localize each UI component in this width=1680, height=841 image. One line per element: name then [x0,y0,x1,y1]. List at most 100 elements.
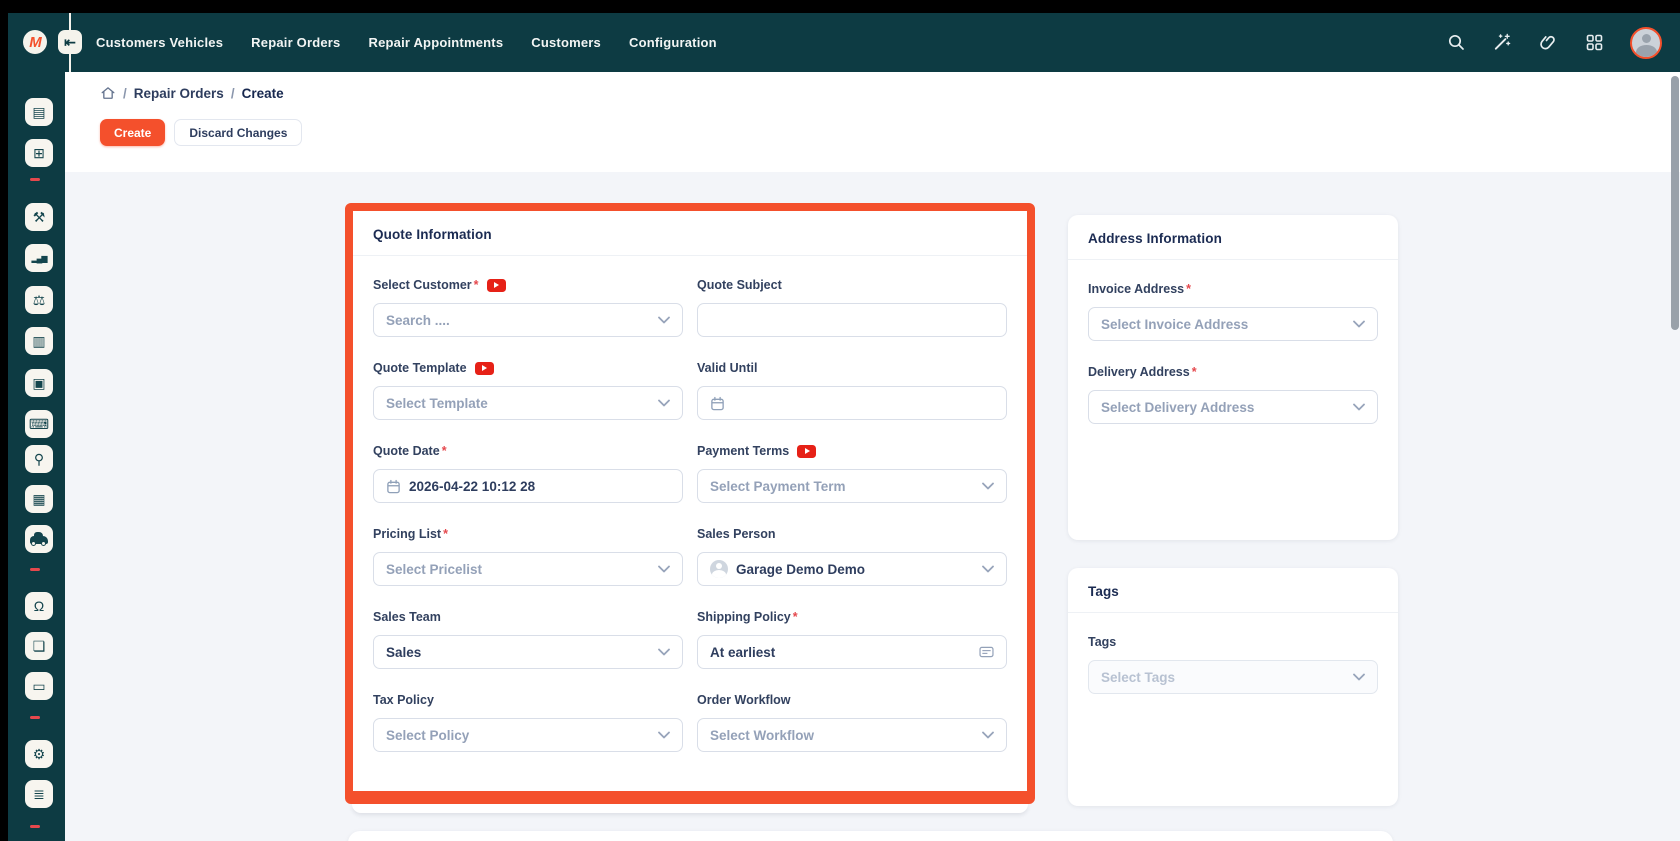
field-tags: Tags Select Tags [1088,635,1378,694]
nav-item-configuration[interactable]: Configuration [629,35,717,50]
address-panel-header: Address Information [1068,215,1398,260]
tax-policy-select[interactable]: Select Policy [373,718,683,752]
window-frame-left [0,0,8,841]
label-text: Select Customer [373,278,472,292]
sidebar-section-divider [30,825,40,828]
breadcrumb-create: Create [242,86,284,101]
sidebar-item-customer-search[interactable]: ⚲ [25,445,53,473]
create-button[interactable]: Create [100,119,165,146]
field-tax-policy: Tax PolicySelect Policy [373,693,683,752]
magic-wand-icon[interactable] [1492,33,1512,53]
select-customer-select[interactable]: Search .... [373,303,683,337]
tags-label: Tags [1088,635,1378,649]
label-text: Invoice Address [1088,282,1184,296]
discard-changes-button[interactable]: Discard Changes [174,119,302,146]
nav-item-repair-orders[interactable]: Repair Orders [251,35,340,50]
shipping-policy-select[interactable]: At earliest [697,635,1007,669]
tags-fields: Tags Select Tags [1068,613,1398,694]
sidebar-collapse-button[interactable]: ⇤ [58,30,82,54]
sidebar-item-payment-terminal[interactable]: ⌨ [25,410,53,438]
breadcrumb-repair-orders[interactable]: Repair Orders [134,86,224,101]
label-text: Shipping Policy [697,610,791,624]
nav-item-customers-vehicles[interactable]: Customers Vehicles [96,35,223,50]
chevron-down-icon [982,731,994,739]
label-text: Quote Date [373,444,440,458]
sidebar-item-calculator[interactable]: ⊞ [25,139,53,167]
page-header-band [65,72,1680,172]
customer-search-icon: ⚲ [34,451,44,468]
invoice-address-select[interactable]: Select Invoice Address [1088,307,1378,341]
quote-date-select[interactable]: 2026-04-22 10:12 28 [373,469,683,503]
pricing-list-select[interactable]: Select Pricelist [373,552,683,586]
panel-title: Address Information [1088,231,1378,246]
chevron-down-icon [982,565,994,573]
chevron-down-icon [658,316,670,324]
nav-item-repair-appointments[interactable]: Repair Appointments [368,35,503,50]
sidebar-item-report-list[interactable]: ≣ [25,780,53,808]
breadcrumb-separator: / [231,86,235,101]
youtube-help-icon[interactable] [797,445,816,458]
quote-subject-label: Quote Subject [697,278,1007,292]
app-logo[interactable]: M [23,30,47,54]
order-workflow-select[interactable]: Select Workflow [697,718,1007,752]
sidebar-item-service[interactable]: ⚒ [25,203,53,231]
sidebar-item-support-headset[interactable]: Ω [25,592,53,620]
label-text: Pricing List [373,527,441,541]
payment-terms-select[interactable]: Select Payment Term [697,469,1007,503]
nav-item-customers[interactable]: Customers [531,35,601,50]
field-sales-team: Sales Team Sales [373,610,683,669]
apps-grid-icon[interactable] [1584,33,1604,53]
sales-team-select[interactable]: Sales [373,635,683,669]
search-icon[interactable] [1446,33,1466,53]
field-pricing-list: Pricing List* Select Pricelist [373,527,683,586]
sidebar-item-appointments-calendar[interactable]: ▦ [25,485,53,513]
sales-team-value: Sales [386,645,650,660]
sidebar-item-workstation[interactable]: ▭ [25,672,53,700]
sidebar-item-vehicles[interactable] [25,525,53,553]
sidebar-item-settings-gear[interactable]: ⚙ [25,740,53,768]
documents-folder-icon: ❏ [33,638,46,655]
action-buttons: Create Discard Changes [100,119,302,146]
field-quote-date: Quote Date*2026-04-22 10:12 28 [373,444,683,503]
field-sales-person: Sales PersonGarage Demo Demo [697,527,1007,586]
sidebar-item-clipboard[interactable]: ▥ [25,327,53,355]
required-asterisk: * [474,278,479,292]
quote-template-placeholder: Select Template [386,396,650,411]
valid-until-select[interactable] [697,386,1007,420]
salesperson-avatar [710,560,728,578]
delivery-address-select[interactable]: Select Delivery Address [1088,390,1378,424]
next-panel-partial [348,831,1393,841]
topbar: M ⇤ Customers Vehicles Repair Orders Repai… [8,13,1680,72]
required-asterisk: * [443,527,448,541]
quote-template-select[interactable]: Select Template [373,386,683,420]
inventory-icon: ▣ [32,375,45,392]
label-text: Tags [1088,635,1116,649]
youtube-help-icon[interactable] [475,362,494,375]
youtube-help-icon[interactable] [487,279,506,292]
quote-subject-input[interactable] [697,303,1007,337]
sidebar-item-daybook[interactable]: ▤ [25,98,53,126]
sales-person-select[interactable]: Garage Demo Demo [697,552,1007,586]
user-avatar[interactable] [1630,27,1662,59]
home-icon[interactable] [100,85,116,101]
sidebar-item-scale[interactable]: ⚖ [25,286,53,314]
sidebar-section-divider [30,178,40,181]
label-text: Quote Template [373,361,467,375]
quote-template-label: Quote Template [373,361,683,375]
calendar-icon [386,479,401,494]
field-valid-until: Valid Until [697,361,1007,420]
vehicles-icon [30,536,48,544]
topbar-right-icons [1446,13,1662,72]
app-window: / Repair Orders / Create Create Discard … [0,0,1680,841]
label-text: Delivery Address [1088,365,1190,379]
sidebar-item-documents-folder[interactable]: ❏ [25,632,53,660]
sidebar-item-inventory[interactable]: ▣ [25,369,53,397]
sales-team-label: Sales Team [373,610,683,624]
field-delivery-address: Delivery Address*Select Delivery Address [1088,365,1378,424]
sidebar-item-sales-analytics[interactable]: ▂▄▆ [25,244,53,272]
tags-select[interactable]: Select Tags [1088,660,1378,694]
order-workflow-placeholder: Select Workflow [710,728,974,743]
attachment-icon[interactable] [1538,33,1558,53]
delivery-address-placeholder: Select Delivery Address [1101,400,1345,415]
scrollbar-thumb[interactable] [1671,76,1679,330]
